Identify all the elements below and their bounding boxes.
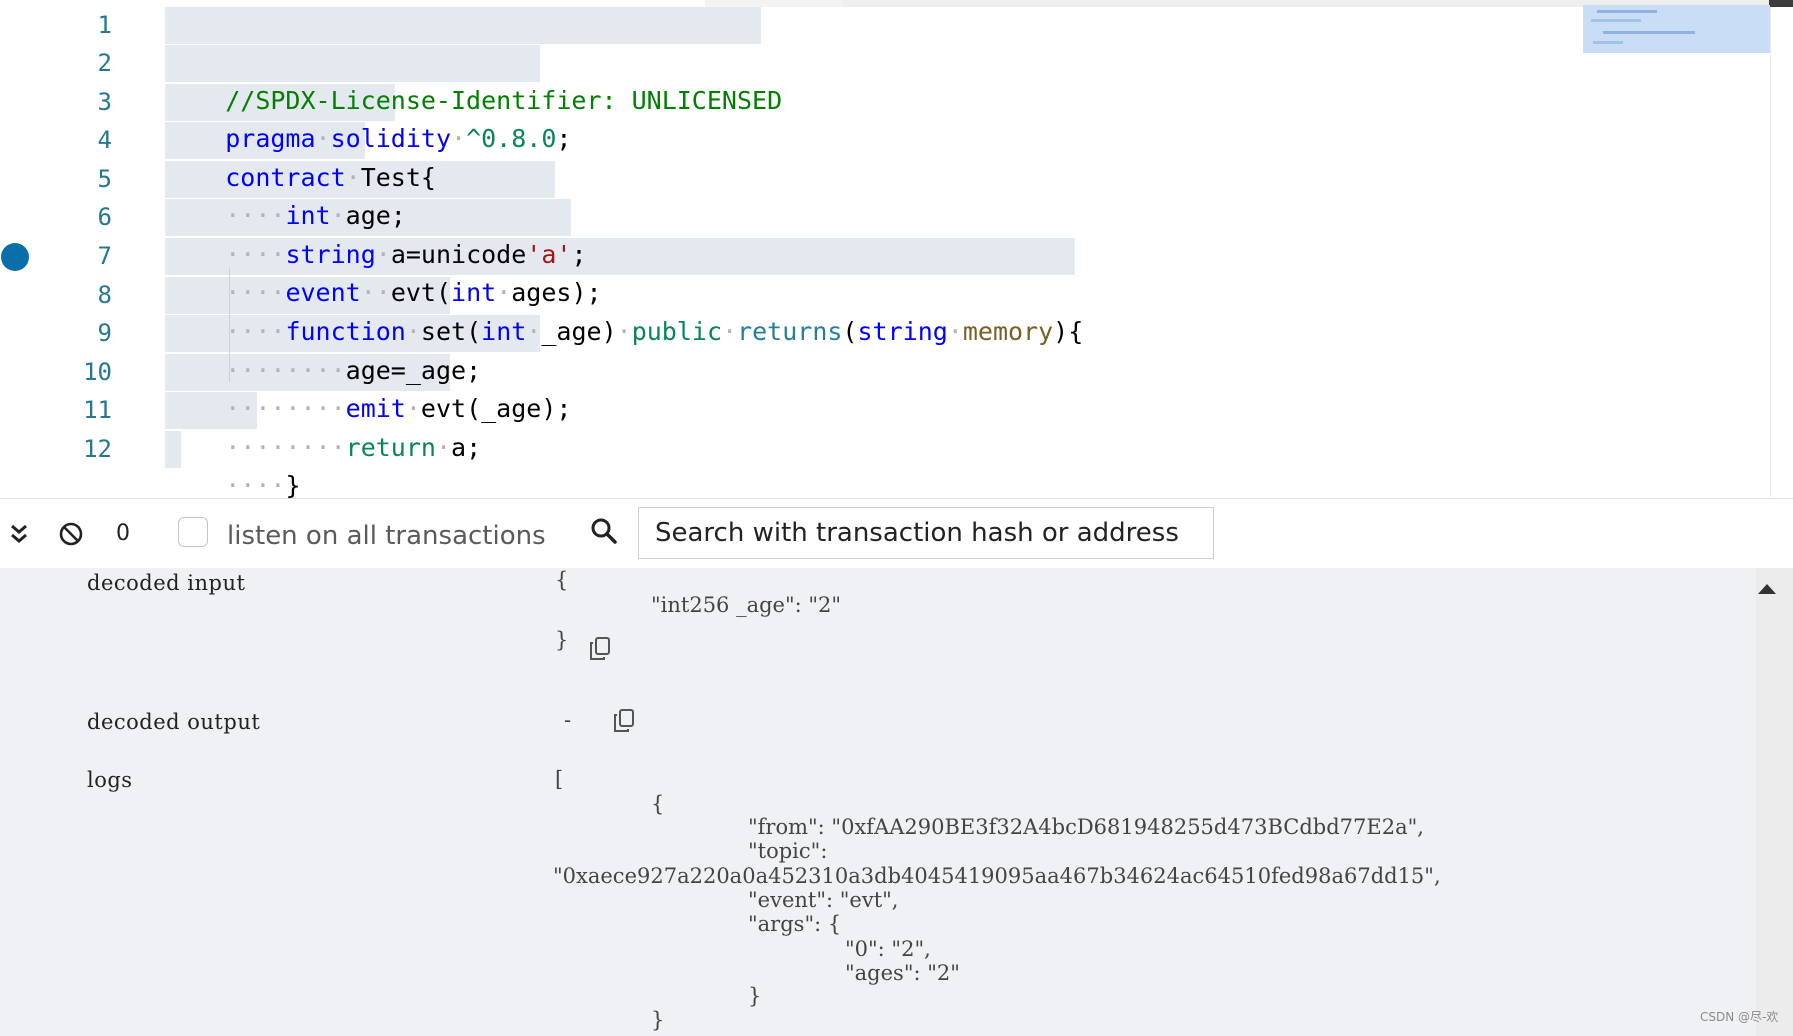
- decoded-output-label: decoded output: [87, 710, 261, 734]
- code-editor[interactable]: 1 2 3 4 5 6 7 8 9 10 11 12 //SPDX-Licens…: [0, 0, 1793, 498]
- json-line: "int256 _age": "2": [651, 593, 842, 617]
- clear-console-icon[interactable]: [58, 521, 84, 552]
- line-number: 2: [97, 49, 112, 77]
- search-icon: [590, 517, 618, 549]
- keyword-token: event: [285, 278, 361, 307]
- line-number: 9: [97, 319, 112, 347]
- line-number: 3: [97, 88, 112, 116]
- keyword-token: function: [285, 317, 406, 346]
- type-token: int: [285, 201, 331, 230]
- json-line: "ages": "2": [845, 961, 960, 985]
- version-token: ^0.8.0: [466, 124, 557, 153]
- punct-token: ;: [556, 124, 572, 153]
- identifier-token: a=unicode: [390, 240, 527, 269]
- modifier-token: public: [631, 317, 722, 346]
- keyword-token: returns: [737, 317, 843, 346]
- brace-token: }: [285, 471, 301, 498]
- scroll-up-icon[interactable]: [1758, 584, 1776, 594]
- code-line-2[interactable]: pragma·solidity·^0.8.0;: [165, 44, 571, 153]
- storage-token: memory: [962, 317, 1054, 346]
- decoded-input-label: decoded input: [87, 571, 246, 595]
- statement-token: age=_age;: [345, 356, 482, 385]
- json-line: }: [555, 628, 569, 652]
- line-number: 8: [97, 281, 112, 309]
- identifier-token: a;: [451, 433, 482, 462]
- json-line: "event": "evt",: [748, 888, 899, 912]
- double-chevron-down-icon[interactable]: [8, 521, 30, 552]
- listen-label: listen on all transactions: [227, 521, 546, 551]
- search-input[interactable]: [638, 507, 1214, 559]
- type-token: int: [451, 278, 497, 307]
- terminal-toolbar: 0 listen on all transactions: [0, 498, 1793, 569]
- copy-icon[interactable]: [588, 636, 612, 662]
- indent-guide: [229, 268, 230, 382]
- json-line: "args": {: [748, 912, 842, 936]
- identifier-token: _age): [541, 317, 617, 346]
- keyword-token: contract: [225, 163, 346, 192]
- line-number: 4: [97, 126, 112, 154]
- copy-icon[interactable]: [612, 708, 636, 734]
- logs-label: logs: [87, 768, 133, 792]
- line-number: 11: [83, 396, 112, 424]
- keyword-token: return: [345, 433, 436, 462]
- line-number: 12: [83, 435, 112, 463]
- type-token: string: [857, 317, 948, 346]
- line-number-gutter[interactable]: 1 2 3 4 5 6 7 8 9 10 11 12: [0, 0, 150, 470]
- editor-scrollbar[interactable]: [1770, 7, 1771, 497]
- line-number: 1: [97, 11, 112, 39]
- type-token: string: [285, 240, 376, 269]
- identifier-token: evt(_age);: [420, 394, 572, 423]
- line-number: 10: [83, 358, 112, 386]
- identifier-token: set(: [420, 317, 482, 346]
- json-line: "0xaece927a220a0a452310a3db4045419095aa4…: [553, 864, 1441, 888]
- string-token: 'a': [526, 240, 572, 269]
- keyword-token: solidity: [330, 124, 452, 153]
- type-token: int: [481, 317, 527, 346]
- minimap[interactable]: [1583, 5, 1770, 53]
- identifier-token: ages);: [511, 278, 602, 307]
- listen-checkbox[interactable]: [178, 517, 208, 547]
- json-line: "from": "0xfAA290BE3f32A4bcD681948255d47…: [748, 815, 1424, 839]
- line-number: 6: [97, 203, 112, 231]
- json-line: "0": "2",: [845, 937, 931, 961]
- code-line-1[interactable]: //SPDX-License-Identifier: UNLICENSED: [165, 6, 782, 115]
- identifier-token: age;: [345, 201, 406, 230]
- json-line: "topic":: [748, 839, 828, 863]
- keyword-token: pragma: [225, 124, 316, 153]
- punct-token: ;: [571, 240, 587, 269]
- punct-token: (: [842, 317, 858, 346]
- keyword-token: emit: [345, 394, 406, 423]
- comment-token: //SPDX-License-Identifier: UNLICENSED: [225, 86, 783, 115]
- decoded-output-value: -: [564, 708, 572, 732]
- output-scrollbar[interactable]: [1756, 568, 1793, 1036]
- identifier-token: evt(: [390, 278, 452, 307]
- line-number: 7: [97, 242, 112, 270]
- editor-tab-strip-edge: [1769, 0, 1793, 7]
- json-line: [: [555, 767, 564, 791]
- json-line: }: [651, 1008, 665, 1032]
- json-line: }: [748, 984, 762, 1008]
- json-line: {: [555, 568, 569, 592]
- line-number: 5: [97, 165, 112, 193]
- watermark: CSDN @尽-欢: [1700, 1010, 1779, 1024]
- terminal-output[interactable]: decoded input { "int256 _age": "2" } dec…: [0, 568, 1793, 1036]
- punct-token: ){: [1053, 317, 1084, 346]
- json-line: {: [651, 792, 665, 816]
- pending-tx-count: 0: [116, 521, 130, 546]
- identifier-token: Test{: [360, 163, 436, 192]
